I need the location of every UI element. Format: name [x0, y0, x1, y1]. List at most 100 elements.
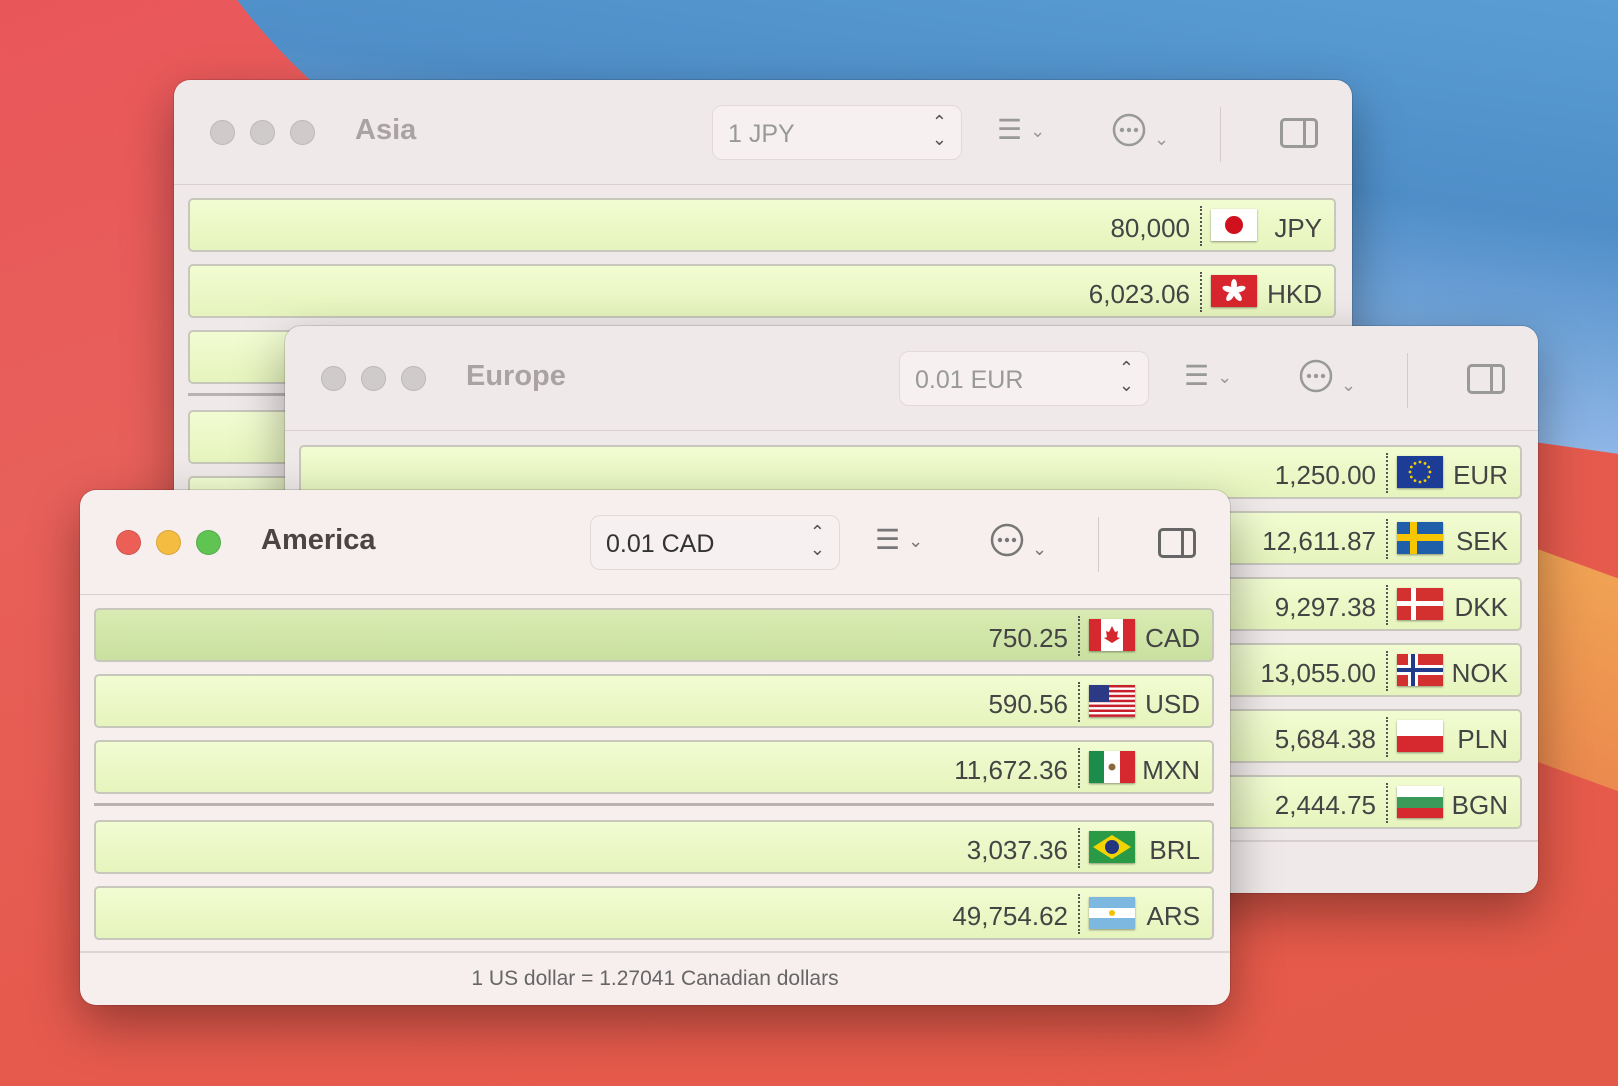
currency-row[interactable]: 80,000 JPY — [188, 198, 1336, 252]
zoom-button[interactable] — [290, 120, 315, 145]
column-divider — [1386, 453, 1388, 493]
currency-code: NOK — [1451, 658, 1508, 688]
currency-amount[interactable]: 1,250.00 — [1275, 460, 1376, 491]
flag-eu-icon — [1397, 456, 1443, 488]
window-title: America — [261, 524, 376, 556]
chevron-down-icon: ⌄ — [908, 531, 924, 552]
currency-amount[interactable]: 9,297.38 — [1275, 592, 1376, 623]
currency-code: EUR — [1453, 460, 1508, 490]
window-title: Asia — [355, 114, 417, 146]
close-button[interactable] — [116, 530, 141, 555]
zoom-button[interactable] — [196, 530, 221, 555]
flag-dk-icon — [1397, 588, 1443, 620]
amount-value: 0.01 CAD — [606, 530, 715, 558]
currency-row[interactable]: 49,754.62 ARS — [94, 886, 1214, 940]
currency-amount[interactable]: 6,023.06 — [1089, 279, 1190, 310]
window-america: America 0.01 CAD ⌃ ⌄ ☰ ⌄ ⌄ 750.25 CAD 590.56 USD 11… — [80, 490, 1230, 1005]
column-divider — [1078, 894, 1080, 934]
more-actions-menu[interactable]: ⌄ — [1112, 113, 1169, 154]
group-separator — [94, 803, 1214, 806]
list-view-menu[interactable]: ☰ ⌄ — [1184, 359, 1232, 392]
currency-row[interactable]: 11,672.36 MXN — [94, 740, 1214, 794]
list-view-menu[interactable]: ☰ ⌄ — [997, 113, 1045, 146]
minimize-button[interactable] — [361, 366, 386, 391]
currency-amount[interactable]: 49,754.62 — [952, 901, 1068, 932]
flag-mx-icon — [1089, 751, 1135, 783]
currency-code: BRL — [1149, 835, 1200, 865]
currency-amount[interactable]: 2,444.75 — [1275, 790, 1376, 821]
currency-code: CAD — [1145, 623, 1200, 653]
list-icon: ☰ — [997, 114, 1023, 145]
chevron-down-icon: ⌄ — [1217, 367, 1233, 388]
column-divider — [1200, 206, 1202, 246]
currency-code: MXN — [1142, 755, 1200, 785]
ellipsis-circle-icon — [1299, 359, 1333, 399]
currency-code: SEK — [1455, 526, 1508, 556]
list-view-menu[interactable]: ☰ ⌄ — [875, 523, 923, 556]
ellipsis-circle-icon — [990, 523, 1024, 563]
list-icon: ☰ — [1184, 360, 1210, 391]
flag-br-icon — [1089, 831, 1135, 863]
currency-code: DKK — [1454, 592, 1508, 622]
title-bar: America 0.01 CAD ⌃ ⌄ ☰ ⌄ ⌄ — [80, 490, 1230, 595]
currency-row[interactable]: 590.56 USD — [94, 674, 1214, 728]
list-icon: ☰ — [875, 524, 901, 555]
flag-bg-icon — [1397, 786, 1443, 818]
column-divider — [1078, 682, 1080, 722]
column-divider — [1386, 585, 1388, 625]
toolbar-divider — [1407, 353, 1408, 408]
up-down-chevron-icon[interactable]: ⌃ ⌄ — [932, 113, 947, 148]
conversion-rate-footer: 1 US dollar = 1.27041 Canadian dollars — [80, 951, 1230, 1005]
flag-ar-icon — [1089, 897, 1135, 929]
chevron-down-icon: ⌄ — [1341, 375, 1357, 396]
title-bar: Europe 0.01 EUR ⌃ ⌄ ☰ ⌄ ⌄ — [285, 326, 1538, 431]
currency-row[interactable]: 6,023.06 HKD — [188, 264, 1336, 318]
currency-row[interactable]: 3,037.36 BRL — [94, 820, 1214, 874]
column-divider — [1386, 651, 1388, 691]
zoom-button[interactable] — [401, 366, 426, 391]
currency-amount[interactable]: 3,037.36 — [967, 835, 1068, 866]
flag-hk-icon — [1211, 275, 1257, 307]
column-divider — [1200, 272, 1202, 312]
currency-amount[interactable]: 13,055.00 — [1260, 658, 1376, 689]
toolbar-divider — [1098, 517, 1099, 572]
minimize-button[interactable] — [156, 530, 181, 555]
column-divider — [1078, 616, 1080, 656]
currency-amount[interactable]: 12,611.87 — [1262, 526, 1376, 557]
amount-value: 0.01 EUR — [915, 366, 1024, 394]
currency-amount[interactable]: 80,000 — [1110, 213, 1190, 244]
more-actions-menu[interactable]: ⌄ — [1299, 359, 1356, 400]
currency-row[interactable]: 750.25 CAD — [94, 608, 1214, 662]
column-divider — [1078, 748, 1080, 788]
more-actions-menu[interactable]: ⌄ — [990, 523, 1047, 564]
column-divider — [1386, 717, 1388, 757]
currency-amount[interactable]: 750.25 — [988, 623, 1068, 654]
amount-stepper[interactable]: 0.01 EUR ⌃ ⌄ — [899, 351, 1149, 406]
minimize-button[interactable] — [250, 120, 275, 145]
title-bar: Asia 1 JPY ⌃ ⌄ ☰ ⌄ ⌄ — [174, 80, 1352, 185]
close-button[interactable] — [210, 120, 235, 145]
close-button[interactable] — [321, 366, 346, 391]
flag-us-icon — [1089, 685, 1135, 717]
currency-amount[interactable]: 11,672.36 — [954, 755, 1068, 786]
amount-stepper[interactable]: 1 JPY ⌃ ⌄ — [712, 105, 962, 160]
up-down-chevron-icon[interactable]: ⌃ ⌄ — [810, 523, 825, 558]
column-divider — [1078, 828, 1080, 868]
currency-amount[interactable]: 590.56 — [988, 689, 1068, 720]
chevron-down-icon: ⌄ — [1030, 121, 1046, 142]
currency-amount[interactable]: 5,684.38 — [1275, 724, 1376, 755]
sidebar-icon[interactable] — [1158, 528, 1196, 558]
sidebar-icon[interactable] — [1280, 118, 1318, 148]
flag-pl-icon — [1397, 720, 1443, 752]
up-down-chevron-icon[interactable]: ⌃ ⌄ — [1119, 359, 1134, 394]
window-title: Europe — [466, 360, 566, 392]
currency-code: HKD — [1267, 279, 1322, 309]
column-divider — [1386, 783, 1388, 823]
currency-code: BGN — [1451, 790, 1508, 820]
amount-stepper[interactable]: 0.01 CAD ⌃ ⌄ — [590, 515, 840, 570]
toolbar-divider — [1220, 107, 1221, 162]
currency-code: PLN — [1457, 724, 1508, 754]
sidebar-icon[interactable] — [1467, 364, 1505, 394]
chevron-down-icon: ⌄ — [1032, 539, 1048, 560]
currency-code: ARS — [1146, 901, 1200, 931]
